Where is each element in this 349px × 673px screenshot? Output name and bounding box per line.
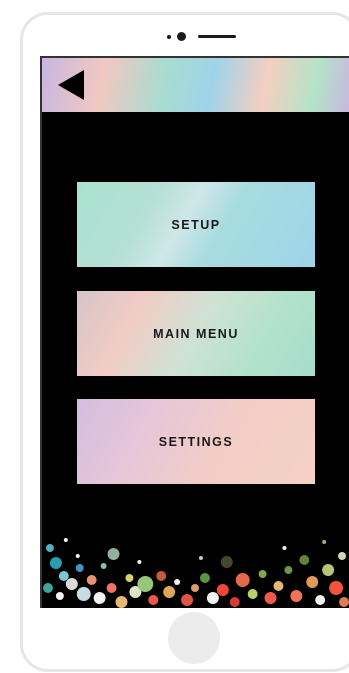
speaker-grille [198, 35, 236, 38]
phone-speaker-area [165, 30, 245, 44]
bokeh-decoration [42, 538, 349, 608]
app-screen: SETUP MAIN MENU SETTINGS [40, 56, 349, 608]
setup-button[interactable]: SETUP [77, 182, 315, 267]
top-bar [42, 58, 349, 112]
setup-button-label: SETUP [171, 217, 221, 232]
back-button[interactable] [54, 68, 88, 102]
home-button[interactable] [168, 612, 220, 664]
sensor-dot [167, 35, 171, 39]
settings-button-label: SETTINGS [158, 434, 234, 449]
main-menu-button[interactable]: MAIN MENU [77, 291, 315, 376]
main-menu-button-label: MAIN MENU [153, 326, 239, 341]
back-arrow-icon [58, 70, 84, 100]
settings-button[interactable]: SETTINGS [77, 399, 315, 484]
front-camera-icon [177, 32, 186, 41]
